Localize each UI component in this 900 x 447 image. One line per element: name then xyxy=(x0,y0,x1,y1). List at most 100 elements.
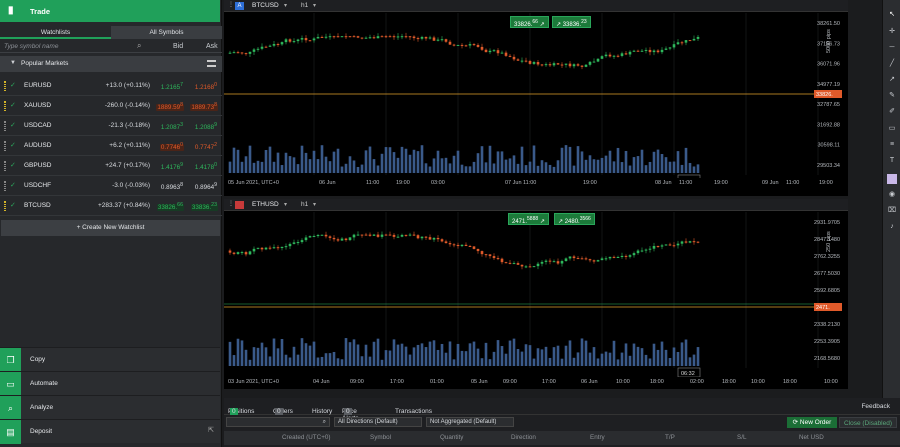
tab-all-symbols[interactable]: All Symbols xyxy=(111,26,222,39)
crosshair-icon[interactable]: ✛ xyxy=(887,27,897,37)
horizontal-line-icon[interactable]: ─ xyxy=(887,43,897,53)
column-header[interactable]: Entry xyxy=(590,434,605,441)
column-header[interactable]: S/L xyxy=(737,434,746,441)
row-ask[interactable]: 0.89649 xyxy=(194,182,218,191)
drag-handle-icon[interactable] xyxy=(4,81,6,91)
feedback-button[interactable]: Feedback xyxy=(861,403,890,410)
column-header[interactable]: Created (UTC+0) xyxy=(282,434,330,441)
menu-copy[interactable]: ❐ Copy xyxy=(0,347,220,372)
buy-button[interactable]: ↗ 2480.3566 xyxy=(554,213,595,225)
rectangle-icon[interactable]: ▭ xyxy=(887,124,897,134)
close-button[interactable]: Close (Disabled) xyxy=(839,417,897,428)
watchlist-row[interactable]: ✓ XAUUSD -260.0 (-0.14%) 1889.598 1889.738 xyxy=(0,96,222,116)
column-header[interactable]: Net USD xyxy=(799,434,824,441)
chevron-down-icon[interactable]: ▾ xyxy=(284,2,287,9)
chevron-down-icon[interactable]: ▾ xyxy=(313,201,316,208)
sell-button[interactable]: 2471.5888 ↗ xyxy=(508,213,549,225)
bell-icon[interactable]: ♪ xyxy=(887,222,897,232)
color-picker-icon[interactable] xyxy=(887,174,897,184)
row-bid[interactable]: 33826.66 xyxy=(156,202,184,212)
drag-handle-icon[interactable] xyxy=(4,101,6,111)
price-chart[interactable]: 38261.5037166.7336071.9634977.1932787.65… xyxy=(224,13,848,185)
drag-handle-icon[interactable] xyxy=(4,141,6,151)
eye-icon[interactable]: ◉ xyxy=(887,190,897,200)
drag-handle-icon[interactable] xyxy=(4,121,6,131)
menu-icon[interactable] xyxy=(207,60,216,67)
volume-bar xyxy=(668,161,672,173)
watchlist-row[interactable]: ✓ USDCHF -3.0 (-0.03%) 0.89638 0.89649 xyxy=(0,176,222,196)
menu-automate[interactable]: ▭ Automate xyxy=(0,371,220,396)
drag-handle-icon[interactable] xyxy=(4,161,6,171)
menu-deposit[interactable]: ▤ Deposit ⇱ xyxy=(0,419,220,444)
menu-analyze[interactable]: ⌕ Analyze xyxy=(0,395,220,420)
column-header[interactable]: Quantity xyxy=(440,434,463,441)
volume-bar xyxy=(496,340,500,366)
candle-body xyxy=(620,53,624,56)
fibonacci-icon[interactable]: ≡ xyxy=(887,140,897,150)
column-header[interactable]: Direction xyxy=(511,434,536,441)
check-icon[interactable]: ✓ xyxy=(10,81,16,89)
arrow-icon[interactable]: ↗ xyxy=(887,75,897,85)
chevron-down-icon[interactable]: ▾ xyxy=(313,2,316,9)
buy-button[interactable]: ↗ 33836.23 xyxy=(552,16,591,28)
watchlist-row[interactable]: ✓ EURUSD +13.0 (+0.11%) 1.21657 1.21680 xyxy=(0,76,222,96)
row-ask[interactable]: 1889.738 xyxy=(190,102,218,112)
drag-handle-icon[interactable] xyxy=(4,201,6,211)
watchlist-row[interactable]: ✓ BTCUSD +283.37 (+0.84%) 33826.66 33836.23 xyxy=(0,196,222,216)
sell-button[interactable]: 33826.66 ↗ xyxy=(510,16,549,28)
chart-symbol[interactable]: ETHUSD xyxy=(252,201,279,208)
watchlist-row[interactable]: ✓ USDCAD -21.3 (-0.18%) 1.20873 1.20889 xyxy=(0,116,222,136)
new-order-button[interactable]: ⟳ New Order xyxy=(787,417,837,428)
delete-icon[interactable]: ⌧ xyxy=(887,206,897,216)
directions-select[interactable]: All Directions (Default) xyxy=(334,417,422,427)
external-link-icon[interactable]: ⇱ xyxy=(208,426,214,434)
row-ask[interactable]: 33836.23 xyxy=(190,202,218,212)
row-ask[interactable]: 0.77472 xyxy=(194,142,218,151)
row-bid[interactable]: 0.89638 xyxy=(160,182,184,191)
aggregation-select[interactable]: Not Aggregated (Default) xyxy=(426,417,514,427)
search-icon[interactable]: ⌕ xyxy=(137,41,141,51)
row-ask[interactable]: 1.41780 xyxy=(194,162,218,171)
highlighter-icon[interactable]: ✐ xyxy=(887,107,897,117)
timeframe-selector[interactable]: h1 xyxy=(301,2,308,9)
check-icon[interactable]: ✓ xyxy=(10,121,16,129)
symbol-search[interactable]: Type symbol name ⌕ Bid Ask xyxy=(0,41,222,53)
watchlist-row[interactable]: ✓ AUDUSD +6.2 (+0.11%) 0.77460 0.77472 xyxy=(0,136,222,156)
row-bid[interactable]: 1.20873 xyxy=(160,122,184,131)
pen-icon[interactable]: ✎ xyxy=(887,91,897,101)
watchlist-row[interactable]: ✓ GBPUSD +24.7 (+0.17%) 1.41769 1.41780 xyxy=(0,156,222,176)
volume-bar xyxy=(440,343,444,366)
chart-panel-btcusd[interactable]: ⋮ A BTCUSD ▾ h1 ▾ 38261.50 37166.73 36071.… xyxy=(224,0,848,196)
popular-markets-header[interactable]: ▼ Popular Markets xyxy=(0,56,222,72)
chart-panel-ethusd[interactable]: ⋮ ETHUSD ▾ h1 ▾ 2931.9705 2847.1480 2762.3… xyxy=(224,199,848,389)
column-header[interactable]: Symbol xyxy=(370,434,391,441)
check-icon[interactable]: ✓ xyxy=(10,161,16,169)
cursor-icon[interactable]: ↖ xyxy=(887,10,897,20)
text-icon[interactable]: T xyxy=(887,156,897,166)
chevron-down-icon[interactable]: ▾ xyxy=(284,201,287,208)
row-ask[interactable]: 1.21680 xyxy=(194,82,218,91)
positions-search-input[interactable]: ⌕ xyxy=(226,417,330,427)
trade-header[interactable]: ▮ Trade xyxy=(0,0,220,22)
search-input[interactable]: Type symbol name xyxy=(4,43,58,50)
check-icon[interactable]: ✓ xyxy=(10,201,16,209)
check-icon[interactable]: ✓ xyxy=(10,181,16,189)
trend-line-icon[interactable]: ╱ xyxy=(887,59,897,69)
row-bid[interactable]: 1.41769 xyxy=(160,162,184,171)
row-bid[interactable]: 0.77460 xyxy=(159,142,184,152)
chart-symbol[interactable]: BTCUSD xyxy=(252,2,279,9)
collapse-arrow-icon[interactable]: ▼ xyxy=(10,60,16,66)
check-icon[interactable]: ✓ xyxy=(10,141,16,149)
column-header[interactable]: T/P xyxy=(665,434,675,441)
row-ask[interactable]: 1.20889 xyxy=(194,122,218,131)
price-chart[interactable]: 2931.97052847.14802762.32552677.50302592… xyxy=(224,212,848,378)
tab-watchlists[interactable]: Watchlists xyxy=(0,26,111,39)
drag-handle-icon[interactable]: ⋮ xyxy=(228,1,234,8)
create-watchlist-button[interactable]: + Create New Watchlist xyxy=(1,220,220,236)
drag-handle-icon[interactable]: ⋮ xyxy=(228,200,234,207)
drag-handle-icon[interactable] xyxy=(4,181,6,191)
check-icon[interactable]: ✓ xyxy=(10,101,16,109)
row-bid[interactable]: 1.21657 xyxy=(160,82,184,91)
row-bid[interactable]: 1889.598 xyxy=(156,102,184,112)
timeframe-selector[interactable]: h1 xyxy=(301,201,308,208)
